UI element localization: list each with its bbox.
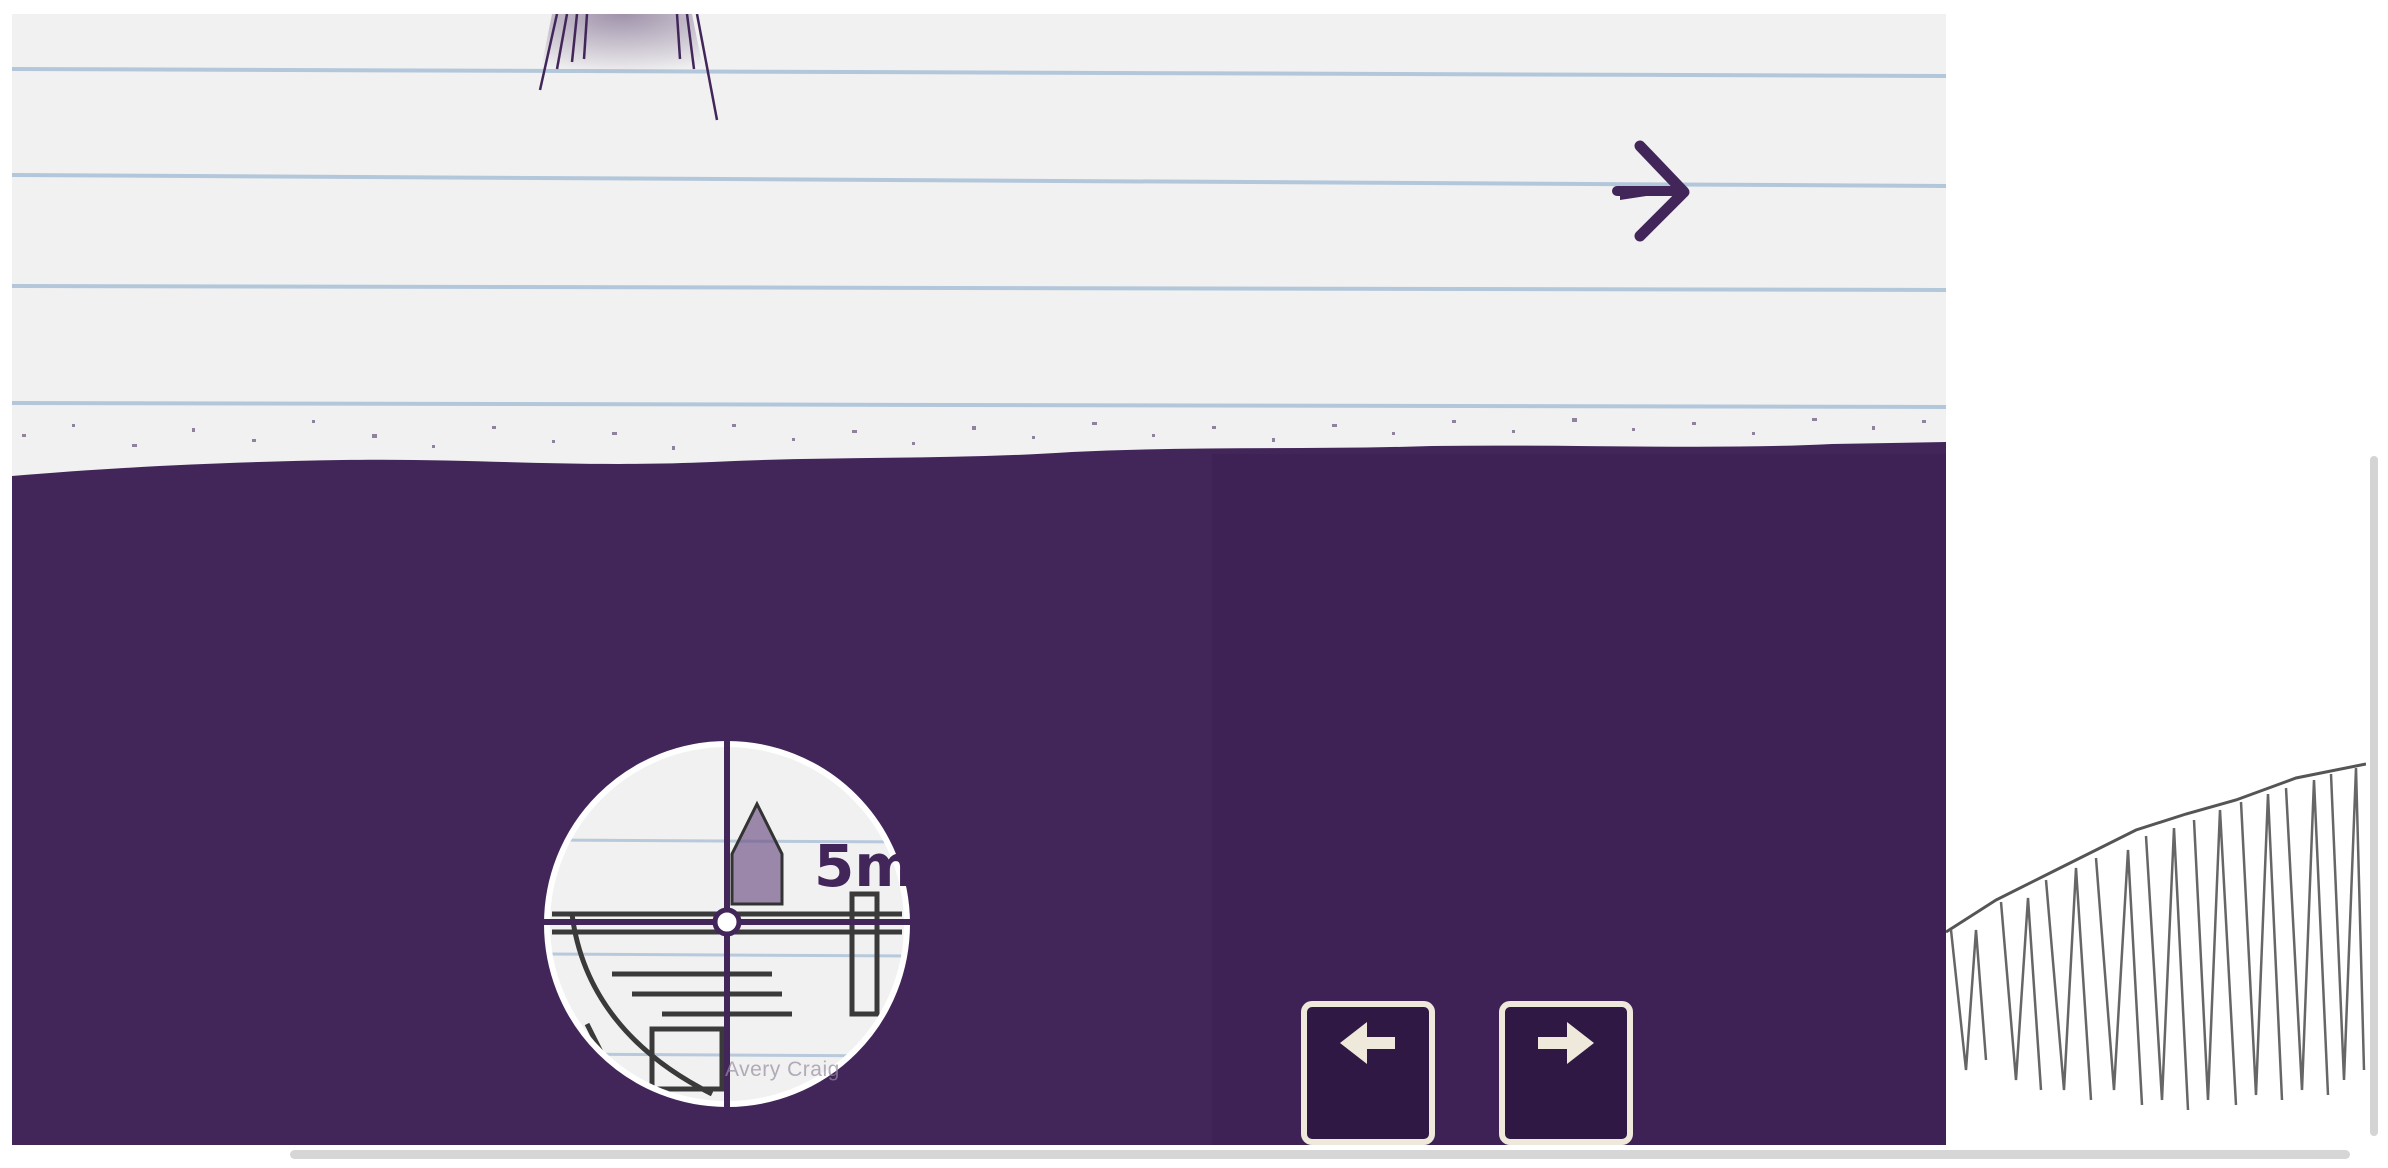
scope-distance-label: 5m — [814, 832, 915, 900]
sketch-zigzags — [1949, 767, 2366, 1111]
game-canvas[interactable]: 5m — [12, 14, 1946, 1145]
game-viewport: 5m Avery Craig — [0, 0, 2388, 1168]
sketch-slope — [1946, 762, 2366, 934]
side-sketch — [1946, 740, 2366, 1120]
right-button[interactable] — [1499, 1001, 1633, 1145]
vertical-scrollbar[interactable] — [2370, 456, 2378, 1136]
horizontal-scrollbar[interactable] — [290, 1150, 2350, 1159]
left-button[interactable] — [1301, 1001, 1435, 1145]
credit-text: Avery Craig — [725, 1058, 840, 1081]
